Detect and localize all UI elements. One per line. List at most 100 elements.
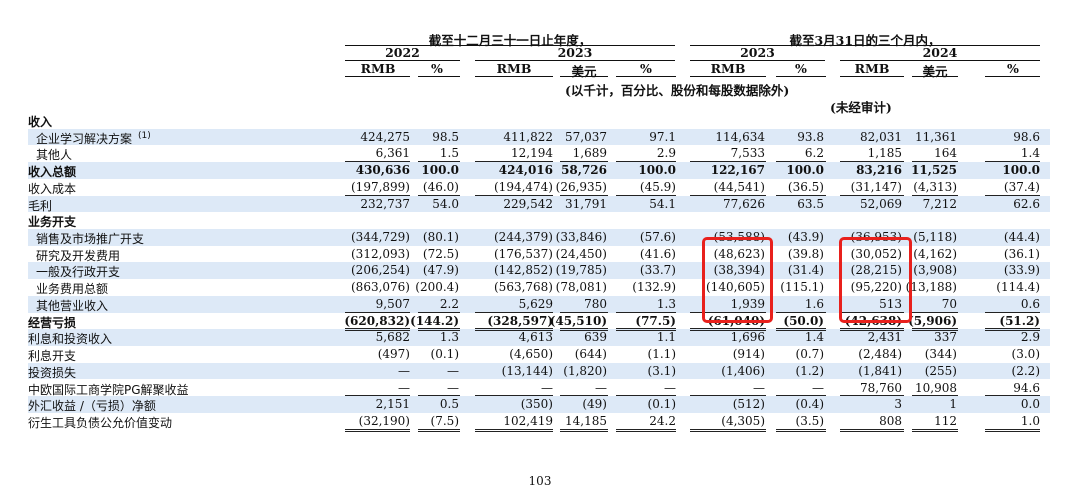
table-cell: 94.6 bbox=[1013, 380, 1040, 395]
table-cell: (3.0) bbox=[1011, 347, 1040, 362]
row-label: 一般及行政开支 bbox=[36, 265, 121, 280]
table-cell: (51.2) bbox=[999, 313, 1040, 328]
table-cell: (132.9) bbox=[632, 280, 676, 295]
table-cell: 100.0 bbox=[638, 163, 676, 178]
table-cell: (344,729) bbox=[351, 230, 410, 245]
table-cell: (1,820) bbox=[563, 363, 607, 378]
table-cell: (36.5) bbox=[787, 179, 824, 194]
table-cell: 7,533 bbox=[730, 146, 765, 161]
page-number: 103 bbox=[528, 474, 552, 488]
table-cell: 411,822 bbox=[503, 129, 553, 144]
row-label: 中欧国际工商学院PG解聚收益 bbox=[28, 382, 189, 397]
row-label: 衍生工具负债公允价值变动 bbox=[28, 415, 173, 430]
table-cell: (114.4) bbox=[996, 280, 1040, 295]
table-cell: 780 bbox=[584, 296, 607, 311]
table-cell: 2,431 bbox=[867, 330, 902, 345]
row-label: 收入成本 bbox=[28, 181, 77, 196]
table-cell: 229,542 bbox=[503, 196, 553, 211]
table-cell: (44.4) bbox=[1003, 230, 1040, 245]
table-cell: (328,597) bbox=[487, 313, 553, 328]
table-cell: (13,144) bbox=[501, 363, 553, 378]
table-cell: 70 bbox=[941, 296, 957, 311]
table-cell: 1,185 bbox=[867, 146, 902, 161]
table-cell: (497) bbox=[377, 347, 410, 362]
year-header: 2024 bbox=[922, 45, 958, 60]
table-row: 企业学习解决方案 (1) 424,275 98.5 411,822 57,037 97.1 1… bbox=[28, 128, 1050, 146]
table-row: 其他人 6,361 1.5 12,194 1,689 2.9 7,533 6.2 1,185 16… bbox=[28, 145, 1050, 162]
table-cell: (512) bbox=[732, 397, 765, 412]
table-cell: (863,076) bbox=[351, 280, 410, 295]
table-cell: 639 bbox=[584, 330, 607, 345]
row-label: 其他营业收入 bbox=[36, 298, 109, 313]
table-cell: (78,081) bbox=[555, 280, 607, 295]
table-cell: 2.9 bbox=[1020, 330, 1040, 345]
table-cell: 102,419 bbox=[503, 413, 553, 428]
table-cell: (33.7) bbox=[639, 263, 676, 278]
row-label: 其他人 bbox=[36, 148, 73, 163]
currency-header: 美元 bbox=[571, 64, 597, 79]
table-row: 利息开支 (497) (0.1) (4,650) (644) (1.1) (914) (0.7… bbox=[28, 346, 1050, 363]
table-cell: (32,190) bbox=[358, 413, 410, 428]
table-cell: (5,906) bbox=[908, 313, 957, 328]
table-cell: — bbox=[753, 380, 765, 395]
table-cell: 63.5 bbox=[797, 196, 824, 211]
row-label: 外汇收益 /（亏损）净额 bbox=[28, 399, 156, 414]
highlight-box-q1-2023 bbox=[702, 237, 773, 323]
highlight-box-q1-2024 bbox=[839, 237, 912, 323]
table-cell: — bbox=[447, 380, 459, 395]
table-cell: 97.1 bbox=[649, 129, 676, 144]
table-cell: 1.0 bbox=[1020, 413, 1040, 428]
table-cell: (176,537) bbox=[494, 246, 553, 261]
table-cell: (312,093) bbox=[351, 246, 410, 261]
row-label: 研究及开发费用 bbox=[36, 248, 121, 263]
table-cell: (2,484) bbox=[858, 347, 902, 362]
row-label: 投资损失 bbox=[28, 365, 77, 380]
table-cell: 11,361 bbox=[915, 129, 957, 144]
table-row: 利息和投资收入 5,682 1.3 4,613 639 1.1 1,696 1.4 2,431 3… bbox=[28, 329, 1050, 346]
table-cell: (244,379) bbox=[494, 230, 553, 245]
currency-header: % bbox=[431, 61, 443, 76]
table-cell: 98.5 bbox=[432, 129, 459, 144]
table-cell: (57.6) bbox=[639, 230, 676, 245]
table-cell: 2.9 bbox=[656, 146, 676, 161]
table-cell: 424,275 bbox=[360, 129, 410, 144]
table-cell: 4,613 bbox=[518, 330, 553, 345]
table-cell: (1,406) bbox=[721, 363, 765, 378]
table-cell: (644) bbox=[574, 347, 607, 362]
table-row: 业务开支 bbox=[28, 212, 1050, 229]
table-cell: (44,541) bbox=[713, 179, 765, 194]
table-cell: (43.9) bbox=[787, 230, 824, 245]
table-cell: 77,626 bbox=[723, 196, 765, 211]
table-cell: (24,450) bbox=[555, 246, 607, 261]
table-cell: 1.3 bbox=[439, 330, 459, 345]
table-cell: 1.3 bbox=[656, 296, 676, 311]
table-row: 衍生工具负债公允价值变动 (32,190) (7.5) 102,419 14,185 24… bbox=[28, 413, 1050, 430]
table-cell: 164 bbox=[934, 146, 957, 161]
table-cell: 1.4 bbox=[804, 330, 824, 345]
table-cell: (31,147) bbox=[850, 179, 902, 194]
table-cell: (77.5) bbox=[635, 313, 676, 328]
row-label: 业务开支 bbox=[28, 215, 77, 230]
table-cell: 2.2 bbox=[439, 296, 459, 311]
currency-header: RMB bbox=[496, 61, 532, 76]
table-cell: 57,037 bbox=[565, 129, 607, 144]
table-cell: (4,650) bbox=[509, 347, 553, 362]
table-cell: 14,185 bbox=[565, 413, 607, 428]
table-cell: 24.2 bbox=[649, 413, 676, 428]
table-cell: (33,846) bbox=[555, 230, 607, 245]
currency-header: % bbox=[795, 61, 807, 76]
table-row: 中欧国际工商学院PG解聚收益 — — — — — — — 78,760 10,908 94.6 bbox=[28, 380, 1050, 397]
row-label: 收入总额 bbox=[28, 165, 77, 180]
table-cell: (142,852) bbox=[494, 263, 553, 278]
row-label: 收入 bbox=[28, 115, 53, 129]
table-cell: (7.5) bbox=[430, 413, 459, 428]
table-cell: 112 bbox=[934, 413, 957, 428]
table-cell: 424,016 bbox=[498, 163, 553, 178]
table-cell: (4,162) bbox=[913, 246, 957, 261]
table-cell: (115.1) bbox=[780, 280, 824, 295]
table-cell: (45,510) bbox=[549, 313, 607, 328]
table-cell: 52,069 bbox=[860, 196, 902, 211]
table-cell: 122,167 bbox=[710, 163, 765, 178]
table-cell: (1.2) bbox=[795, 363, 824, 378]
table-cell: 7,212 bbox=[922, 196, 957, 211]
